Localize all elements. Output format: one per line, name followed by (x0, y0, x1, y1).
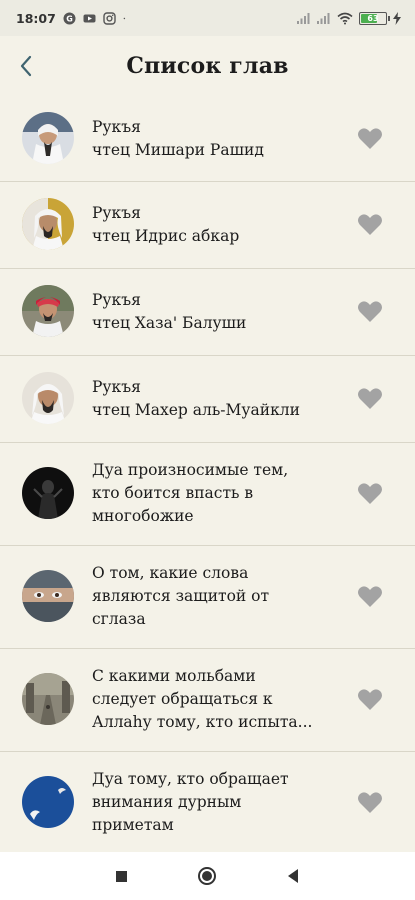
chapter-line-1: Рукъя (92, 204, 141, 222)
blue-birds-image (22, 776, 74, 828)
chapter-line-2: следует обращаться к (92, 690, 273, 708)
chapter-line-2: являются защитой от (92, 587, 270, 605)
chapter-list: Рукъя чтец Мишари Рашид Рукъя чтец Идрис… (0, 96, 415, 855)
chapter-row[interactable]: Рукъя чтец Хаза' Балуши (0, 269, 415, 356)
chapter-line-1: Рукъя (92, 291, 141, 309)
chapter-row[interactable]: Дуа произносимые тем, кто боится впасть … (0, 443, 415, 546)
chapter-line-2: чтец Мишари Рашид (92, 141, 264, 159)
instagram-icon (103, 11, 116, 25)
favorite-heart-icon[interactable] (357, 213, 383, 237)
charging-icon (393, 11, 401, 25)
chapter-text: С какими мольбами следует обращаться к А… (92, 665, 332, 734)
chevron-left-icon (20, 55, 32, 77)
page-title: Список глав (126, 53, 289, 79)
dot-icon (123, 17, 125, 19)
reciter-avatar-image (22, 198, 74, 250)
favorite-heart-icon[interactable] (357, 127, 383, 151)
chapter-text: Рукъя чтец Мишари Рашид (92, 116, 332, 162)
chapter-row[interactable]: Дуа тому, кто обращает внимания дурным п… (0, 752, 415, 855)
chapter-line-2: внимания дурным (92, 793, 242, 811)
signal-icon-2 (317, 12, 330, 24)
favorite-heart-icon[interactable] (357, 387, 383, 411)
status-bar: 18:07 G 63 (0, 0, 415, 36)
chapter-row[interactable]: Рукъя чтец Мишари Рашид (0, 96, 415, 182)
chapter-line-2: чтец Идрис абкар (92, 227, 240, 245)
system-nav-bar (0, 852, 415, 900)
chapter-line-2: чтец Махер аль-Муайкли (92, 401, 300, 419)
avatar (22, 372, 74, 424)
chapter-line-1: Дуа тому, кто обращает (92, 770, 289, 788)
chapter-line-3: Аллаhу тому, кто испыта... (92, 713, 313, 731)
battery-percent: 63 (367, 13, 379, 23)
chapter-text: Дуа произносимые тем, кто боится впасть … (92, 459, 332, 528)
avatar (22, 285, 74, 337)
chapter-line-1: О том, какие слова (92, 564, 249, 582)
favorite-heart-icon[interactable] (357, 482, 383, 506)
avatar (22, 112, 74, 164)
chapter-text: Дуа тому, кто обращает внимания дурным п… (92, 768, 332, 837)
chapter-row[interactable]: Рукъя чтец Идрис абкар (0, 182, 415, 269)
back-triangle-icon[interactable] (283, 866, 303, 886)
youtube-icon (83, 14, 96, 22)
reciter-avatar-image (22, 372, 74, 424)
chapter-text: Рукъя чтец Идрис абкар (92, 202, 332, 248)
wifi-icon (337, 12, 353, 24)
g-icon: G (63, 12, 76, 24)
chapter-line-2: кто боится впасть в (92, 484, 254, 502)
avatar (22, 673, 74, 725)
status-time: 18:07 (16, 10, 56, 26)
signal-icon (297, 12, 310, 24)
veiled-eyes-image (22, 570, 74, 622)
chapter-row[interactable]: Рукъя чтец Махер аль-Муайкли (0, 356, 415, 443)
back-button[interactable] (12, 52, 40, 80)
favorite-heart-icon[interactable] (357, 688, 383, 712)
avatar (22, 198, 74, 250)
app-header: Список глав (0, 36, 415, 96)
chapter-line-3: сглаза (92, 610, 146, 628)
square-icon[interactable] (111, 866, 131, 886)
status-right: 63 (297, 11, 401, 25)
reciter-avatar-image (22, 285, 74, 337)
home-circle-icon[interactable] (197, 866, 217, 886)
chapter-row[interactable]: О том, какие слова являются защитой от с… (0, 546, 415, 649)
battery-icon: 63 (359, 11, 390, 25)
chapter-line-1: Рукъя (92, 378, 141, 396)
avatar (22, 570, 74, 622)
status-left: 18:07 G (16, 11, 129, 26)
chapter-row[interactable]: С какими мольбами следует обращаться к А… (0, 649, 415, 752)
chapter-line-3: многобожие (92, 507, 194, 525)
chapter-line-1: Дуа произносимые тем, (92, 461, 289, 479)
dark-figure-image (22, 467, 74, 519)
chapter-text: Рукъя чтец Махер аль-Муайкли (92, 376, 332, 422)
svg-text:G: G (66, 14, 73, 23)
chapter-line-2: чтец Хаза' Балуши (92, 314, 247, 332)
favorite-heart-icon[interactable] (357, 791, 383, 815)
chapter-text: Рукъя чтец Хаза' Балуши (92, 289, 332, 335)
favorite-heart-icon[interactable] (357, 585, 383, 609)
avatar (22, 776, 74, 828)
chapter-line-3: приметам (92, 816, 174, 834)
street-image (22, 673, 74, 725)
favorite-heart-icon[interactable] (357, 300, 383, 324)
avatar (22, 467, 74, 519)
chapter-line-1: С какими мольбами (92, 667, 256, 685)
reciter-avatar-image (22, 112, 74, 164)
chapter-line-1: Рукъя (92, 118, 141, 136)
chapter-text: О том, какие слова являются защитой от с… (92, 562, 332, 631)
